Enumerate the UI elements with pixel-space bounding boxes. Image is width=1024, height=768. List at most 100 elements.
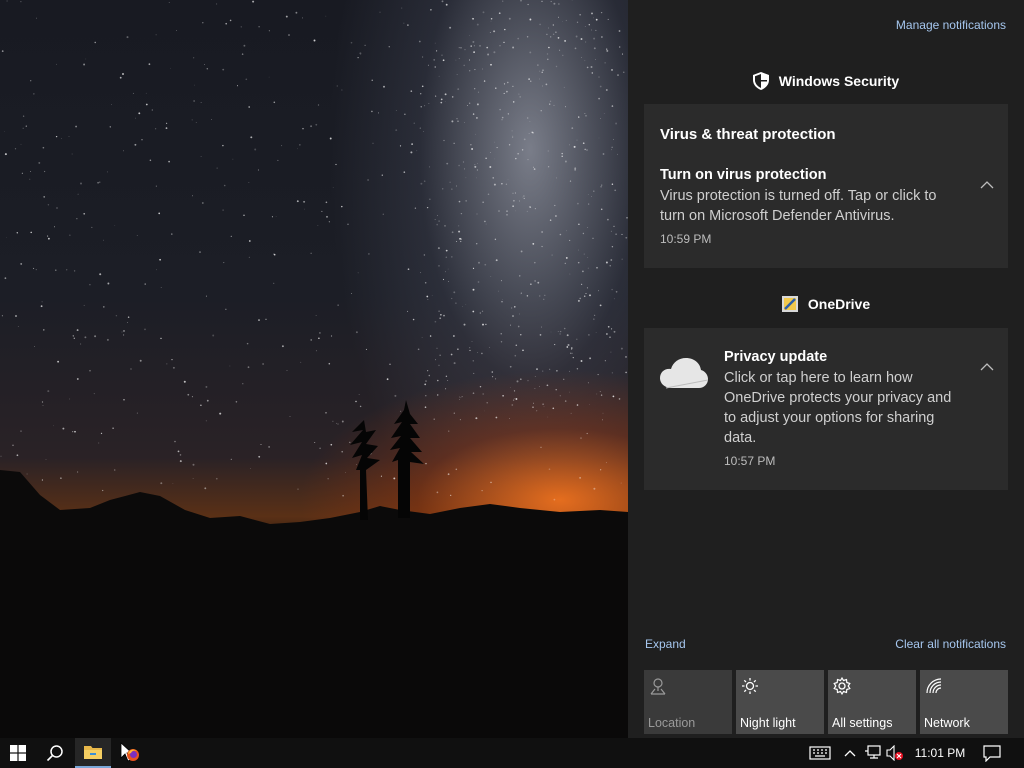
star bbox=[582, 142, 585, 145]
star bbox=[388, 46, 390, 48]
expand-link[interactable]: Expand bbox=[645, 637, 686, 651]
star bbox=[404, 113, 406, 115]
star bbox=[470, 144, 472, 146]
star bbox=[378, 112, 380, 114]
quick-action-location[interactable]: Location bbox=[644, 670, 732, 734]
star bbox=[458, 47, 460, 49]
volume-button[interactable] bbox=[884, 738, 906, 768]
star bbox=[159, 258, 161, 261]
start-button[interactable] bbox=[0, 738, 36, 768]
quick-action-all-settings[interactable]: All settings bbox=[828, 670, 916, 734]
star bbox=[242, 383, 244, 385]
star bbox=[479, 45, 481, 47]
star bbox=[464, 49, 466, 51]
star bbox=[329, 137, 332, 140]
show-hidden-icons-button[interactable] bbox=[840, 738, 860, 768]
virus-protection-notification[interactable]: Virus & threat protection Turn on virus … bbox=[644, 104, 1008, 268]
star bbox=[132, 92, 134, 94]
star bbox=[580, 360, 583, 362]
notification-body: Click or tap here to learn how OneDrive … bbox=[724, 368, 951, 448]
star bbox=[463, 168, 465, 170]
star bbox=[126, 36, 129, 39]
star bbox=[596, 266, 598, 269]
star bbox=[357, 272, 359, 274]
star bbox=[455, 241, 457, 243]
star bbox=[502, 394, 504, 397]
star bbox=[56, 63, 57, 65]
star bbox=[594, 314, 596, 316]
star bbox=[68, 135, 70, 138]
star bbox=[337, 304, 339, 306]
star bbox=[482, 323, 484, 326]
star bbox=[469, 349, 471, 352]
star bbox=[371, 79, 373, 81]
quick-action-network[interactable]: Network bbox=[920, 670, 1008, 734]
notification-body-line: data. bbox=[724, 430, 757, 446]
star bbox=[514, 192, 516, 194]
star bbox=[439, 354, 441, 356]
star bbox=[581, 57, 583, 59]
star bbox=[621, 53, 624, 55]
star bbox=[77, 193, 79, 195]
touch-keyboard-button[interactable] bbox=[804, 738, 836, 768]
star bbox=[565, 256, 568, 259]
chevron-up-icon[interactable] bbox=[980, 178, 994, 192]
star bbox=[526, 36, 529, 38]
star bbox=[138, 112, 141, 115]
star bbox=[66, 269, 68, 271]
star bbox=[587, 227, 589, 228]
star bbox=[347, 223, 349, 226]
star bbox=[458, 230, 461, 233]
star bbox=[381, 174, 383, 176]
star bbox=[570, 352, 572, 354]
star bbox=[426, 295, 429, 298]
star bbox=[222, 68, 225, 71]
taskbar-file-explorer[interactable] bbox=[75, 738, 111, 768]
star bbox=[476, 163, 478, 164]
star bbox=[563, 378, 565, 380]
chevron-up-icon[interactable] bbox=[980, 360, 994, 374]
shield-icon bbox=[752, 72, 769, 90]
star bbox=[606, 49, 609, 52]
star bbox=[544, 294, 546, 296]
star bbox=[593, 37, 596, 40]
quick-action-night-light[interactable]: Night light bbox=[736, 670, 824, 734]
action-center-button[interactable] bbox=[976, 738, 1008, 768]
star bbox=[474, 88, 476, 90]
onedrive-privacy-notification[interactable]: Privacy update Click or tap here to lear… bbox=[644, 328, 1008, 490]
star bbox=[4, 153, 7, 156]
star bbox=[425, 395, 427, 397]
star bbox=[30, 171, 32, 173]
star bbox=[601, 184, 603, 186]
star bbox=[48, 237, 50, 240]
star bbox=[460, 46, 462, 49]
star bbox=[497, 290, 499, 292]
star bbox=[252, 0, 255, 3]
clear-all-notifications-link[interactable]: Clear all notifications bbox=[895, 637, 1006, 651]
star bbox=[470, 45, 472, 47]
network-status-button[interactable] bbox=[862, 738, 884, 768]
star bbox=[451, 231, 454, 234]
star bbox=[593, 47, 596, 50]
taskbar-firefox[interactable] bbox=[111, 738, 147, 768]
star bbox=[534, 376, 536, 377]
star bbox=[586, 287, 588, 289]
star bbox=[587, 267, 589, 269]
manage-notifications-link[interactable]: Manage notifications bbox=[896, 18, 1006, 32]
star bbox=[99, 273, 102, 276]
star bbox=[563, 327, 566, 330]
star bbox=[442, 188, 444, 190]
star bbox=[420, 106, 422, 108]
search-button[interactable] bbox=[36, 738, 74, 768]
star bbox=[420, 182, 423, 185]
star bbox=[115, 315, 118, 317]
star bbox=[325, 15, 327, 17]
star bbox=[250, 136, 253, 139]
star bbox=[310, 252, 312, 254]
star bbox=[605, 261, 608, 264]
star bbox=[571, 348, 573, 350]
star bbox=[130, 368, 132, 370]
star bbox=[495, 378, 497, 380]
star bbox=[549, 219, 552, 221]
taskbar-clock[interactable]: 11:01 PM bbox=[908, 738, 972, 768]
